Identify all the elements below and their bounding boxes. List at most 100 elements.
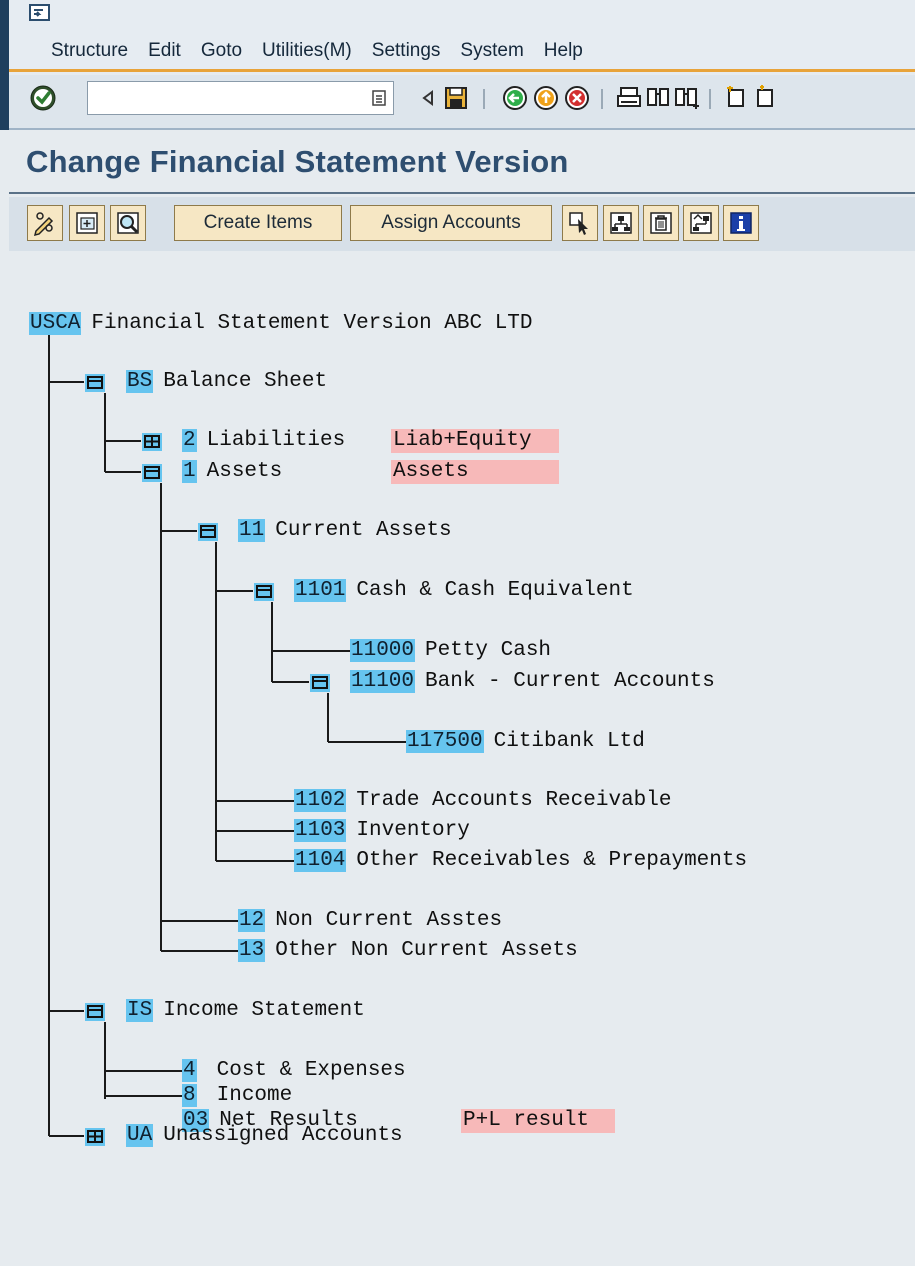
toolbar-separator bbox=[601, 89, 603, 109]
menu-utilities[interactable]: Utilities(M) bbox=[262, 40, 352, 62]
tree-node-trade-receivable[interactable]: 1102 Trade Accounts Receivable bbox=[294, 789, 671, 813]
node-key: UA bbox=[126, 1124, 154, 1147]
pencil-glasses-icon bbox=[33, 212, 54, 237]
node-key: 1103 bbox=[294, 819, 347, 842]
node-key: 11100 bbox=[350, 670, 416, 693]
node-text: Unassigned Accounts bbox=[163, 1124, 403, 1147]
tree-node-bank[interactable]: 11100 Bank - Current Accounts bbox=[350, 670, 715, 694]
node-tag-liab-equity: Liab+Equity bbox=[391, 429, 559, 453]
tree-node-cash[interactable]: 1101 Cash & Cash Equivalent bbox=[294, 579, 634, 603]
system-menu-icon[interactable] bbox=[29, 4, 51, 22]
sap-window: Structure Edit Goto Utilities(M) Setting… bbox=[0, 0, 915, 1266]
node-text: Liabilities bbox=[206, 429, 346, 452]
save-icon[interactable] bbox=[442, 84, 470, 112]
tree-node-unassigned[interactable]: UA Unassigned Accounts bbox=[126, 1124, 403, 1148]
tree-node-assets[interactable]: 1 Assets bbox=[182, 460, 282, 484]
folder-open-icon[interactable] bbox=[310, 674, 330, 692]
node-text: Current Assets bbox=[275, 519, 452, 542]
menu-structure[interactable]: Structure bbox=[51, 40, 128, 62]
node-key: 13 bbox=[238, 939, 266, 962]
node-key: BS bbox=[126, 370, 154, 393]
command-history-icon[interactable] bbox=[372, 89, 386, 107]
node-text: Financial Statement Version ABC LTD bbox=[91, 312, 533, 335]
folder-closed-icon[interactable] bbox=[85, 1128, 105, 1146]
menu-goto[interactable]: Goto bbox=[201, 40, 242, 62]
enter-icon[interactable] bbox=[28, 83, 58, 113]
info-button[interactable] bbox=[723, 205, 759, 241]
cursor-select-icon bbox=[569, 212, 588, 235]
page-title: Change Financial Statement Version bbox=[26, 144, 569, 179]
print-icon[interactable] bbox=[615, 84, 643, 112]
node-text: Other Non Current Assets bbox=[275, 939, 578, 962]
change-display-button[interactable] bbox=[27, 205, 63, 241]
node-text: Trade Accounts Receivable bbox=[356, 789, 672, 812]
tree-node-petty-cash[interactable]: 11000 Petty Cash bbox=[350, 639, 551, 663]
tree-node-income-statement[interactable]: IS Income Statement bbox=[126, 999, 365, 1023]
tree-node-citibank[interactable]: 117500 Citibank Ltd bbox=[406, 730, 645, 754]
application-toolbar: Create Items Assign Accounts bbox=[9, 197, 915, 251]
node-text: Cost & Expenses bbox=[216, 1059, 406, 1082]
menu-edit[interactable]: Edit bbox=[148, 40, 181, 62]
hierarchy-icon bbox=[690, 212, 712, 234]
system-toolbar bbox=[9, 75, 915, 130]
find-node-button[interactable] bbox=[110, 205, 146, 241]
folder-open-icon[interactable] bbox=[254, 583, 274, 601]
find-next-icon[interactable] bbox=[673, 84, 701, 112]
back-arrow-icon[interactable] bbox=[414, 84, 442, 112]
toolbar-separator bbox=[709, 89, 711, 109]
node-text: Income bbox=[216, 1084, 293, 1107]
folder-open-icon[interactable] bbox=[142, 464, 162, 482]
node-key: 1102 bbox=[294, 789, 347, 812]
folder-closed-icon[interactable] bbox=[142, 433, 162, 451]
tree-node-current-assets[interactable]: 11 Current Assets bbox=[238, 519, 452, 543]
tree-node-bs[interactable]: BS Balance Sheet bbox=[126, 370, 327, 394]
node-text: Inventory bbox=[356, 819, 470, 842]
select-button[interactable] bbox=[562, 205, 598, 241]
folder-open-icon[interactable] bbox=[198, 523, 218, 541]
folder-open-icon[interactable] bbox=[85, 374, 105, 392]
node-key: 12 bbox=[238, 909, 266, 932]
node-tag-assets: Assets bbox=[391, 460, 559, 484]
first-page-icon[interactable] bbox=[723, 84, 751, 112]
expand-folder-icon bbox=[76, 212, 98, 234]
menu-system[interactable]: System bbox=[460, 40, 523, 62]
back-icon[interactable] bbox=[501, 84, 529, 112]
menu-settings[interactable]: Settings bbox=[372, 40, 441, 62]
tree-node-cost-expenses[interactable]: 4 Cost & Expenses bbox=[182, 1059, 406, 1083]
hierarchy-button[interactable] bbox=[683, 205, 719, 241]
tree-node-root[interactable]: USCA Financial Statement Version ABC LTD bbox=[29, 312, 533, 336]
structure-icon bbox=[610, 212, 632, 234]
node-text: Non Current Asstes bbox=[275, 909, 503, 932]
toolbar-separator bbox=[483, 89, 485, 109]
tree-node-liabilities[interactable]: 2 Liabilities bbox=[182, 429, 345, 453]
expand-subtree-button[interactable] bbox=[69, 205, 105, 241]
folder-open-icon[interactable] bbox=[85, 1003, 105, 1021]
node-text: Income Statement bbox=[163, 999, 365, 1022]
menu-help[interactable]: Help bbox=[544, 40, 583, 62]
node-text: Balance Sheet bbox=[163, 370, 328, 393]
magnifier-icon bbox=[117, 212, 139, 234]
menu-bar: Structure Edit Goto Utilities(M) Setting… bbox=[9, 0, 915, 72]
previous-page-icon[interactable] bbox=[752, 84, 780, 112]
find-icon[interactable] bbox=[644, 84, 672, 112]
node-text: Other Receivables & Prepayments bbox=[356, 849, 748, 872]
node-key: 2 bbox=[182, 429, 197, 452]
node-key: 1 bbox=[182, 460, 197, 483]
node-key: 117500 bbox=[406, 730, 484, 753]
tree-node-other-non-current[interactable]: 13 Other Non Current Assets bbox=[238, 939, 578, 963]
tree-node-non-current[interactable]: 12 Non Current Asstes bbox=[238, 909, 502, 933]
tree-node-income[interactable]: 8 Income bbox=[182, 1084, 292, 1108]
exit-icon[interactable] bbox=[532, 84, 560, 112]
trash-icon bbox=[650, 212, 672, 234]
command-field[interactable] bbox=[87, 81, 394, 115]
structure-button[interactable] bbox=[603, 205, 639, 241]
delete-button[interactable] bbox=[643, 205, 679, 241]
assign-accounts-button[interactable]: Assign Accounts bbox=[350, 205, 552, 241]
node-text: Citibank Ltd bbox=[493, 730, 645, 753]
cancel-icon[interactable] bbox=[563, 84, 591, 112]
tree-node-inventory[interactable]: 1103 Inventory bbox=[294, 819, 470, 843]
create-items-button[interactable]: Create Items bbox=[174, 205, 342, 241]
node-text: Assets bbox=[206, 460, 283, 483]
tree-node-other-receivables[interactable]: 1104 Other Receivables & Prepayments bbox=[294, 849, 747, 873]
info-icon bbox=[730, 212, 752, 234]
